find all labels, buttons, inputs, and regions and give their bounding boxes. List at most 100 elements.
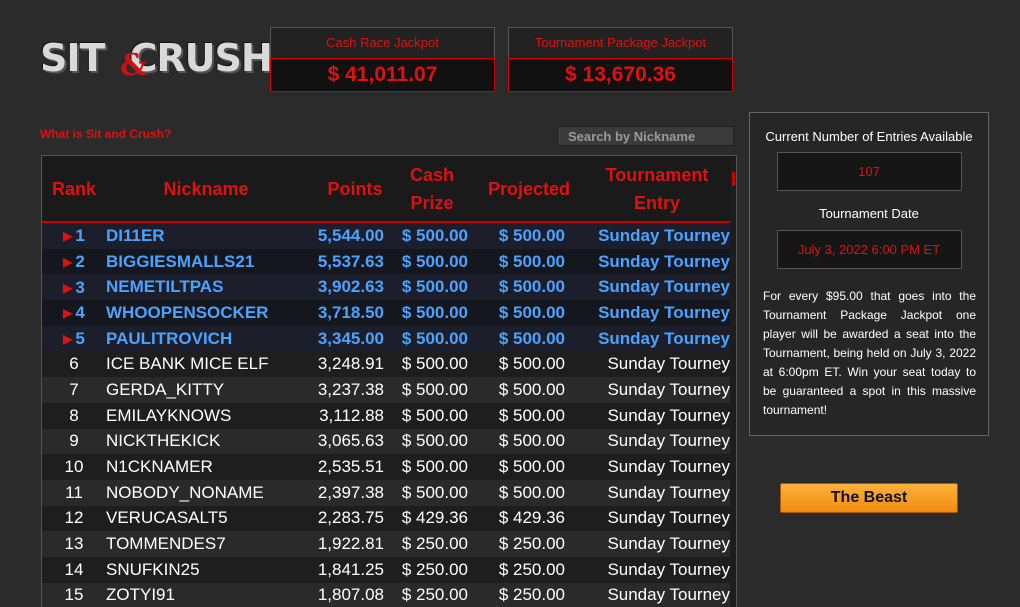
projected-cell: $ 500.00 [498, 457, 565, 477]
cash-prize-cell: $ 500.00 [401, 379, 468, 399]
projected-cell: $ 250.00 [498, 585, 565, 605]
caret-right-icon: ▶ [63, 306, 73, 321]
tournament-entry-cell: Sunday Tourney [607, 508, 730, 528]
table-row: 12 VERUCASALT5 2,283.75 $ 429.36 $ 429.36 Sun… [42, 505, 730, 532]
table-row: 10 N1CKNAMER 2,535.51 $ 500.00 $ 500.00 Sunda… [42, 454, 730, 480]
projected-cell: $ 500.00 [498, 251, 565, 271]
table-row: 13 TOMMENDES7 1,922.81 $ 250.00 $ 250.00 Sund… [42, 531, 730, 557]
nickname-cell[interactable]: SNUFKIN25 [106, 560, 316, 580]
table-row: 7 GERDA_KITTY 3,237.38 $ 500.00 $ 500.00 Sund… [42, 377, 730, 403]
cash-prize-cell: $ 500.00 [401, 431, 468, 451]
sit-and-crush-logo: SIT CRUSH & [40, 30, 273, 90]
points-cell: 3,718.50 [317, 302, 384, 322]
nickname-cell[interactable]: NEMETILTPAS [106, 277, 316, 297]
cash-prize-cell: $ 500.00 [401, 277, 468, 297]
points-cell: 3,065.63 [317, 431, 384, 451]
points-cell: 2,535.51 [317, 457, 384, 477]
nickname-cell[interactable]: ICE BANK MICE ELF [106, 354, 316, 374]
tournament-entry-cell: Sunday Tourney [607, 482, 730, 502]
tournament-package-jackpot-value: $ 13,670.36 [508, 58, 733, 92]
nickname-cell[interactable]: N1CKNAMER [106, 457, 316, 477]
rank-cell: ▶ 3 [63, 277, 85, 297]
rank-cell: 11 [65, 482, 83, 502]
cash-prize-cell: $ 500.00 [401, 354, 468, 374]
table-row: ▶ 5 PAULITROVICH 3,345.00 $ 500.00 $ 500.00 Su… [42, 325, 730, 352]
header-tournament-entry[interactable]: Tournament Entry [598, 161, 716, 217]
tournament-entry-cell: Sunday Tourney [598, 302, 730, 322]
points-cell: 1,922.81 [317, 534, 384, 554]
nickname-cell[interactable]: VERUCASALT5 [106, 508, 316, 528]
projected-cell: $ 500.00 [498, 379, 565, 399]
cash-prize-cell: $ 500.00 [401, 482, 468, 502]
cash-race-jackpot: Cash Race Jackpot $ 41,011.07 [270, 27, 495, 92]
logo-text: SIT CRUSH [40, 36, 273, 80]
table-row: 14 SNUFKIN25 1,841.25 $ 250.00 $ 250.00 Sunda… [42, 556, 730, 583]
caret-right-icon: ▶ [63, 229, 73, 244]
tournament-package-jackpot: Tournament Package Jackpot $ 13,670.36 [508, 27, 733, 92]
tournament-entry-cell: Sunday Tourney [607, 379, 730, 399]
projected-cell: $ 429.36 [498, 508, 565, 528]
nickname-cell[interactable]: ZOTYI91 [106, 585, 316, 605]
rank-cell: 13 [64, 534, 84, 554]
the-beast-button[interactable]: The Beast [780, 483, 958, 513]
nickname-cell[interactable]: GERDA_KITTY [106, 380, 316, 400]
points-cell: 2,283.75 [317, 508, 384, 528]
nickname-cell[interactable]: NICKTHEKICK [106, 431, 316, 451]
points-cell: 5,537.63 [317, 251, 384, 271]
tournament-entry-cell: Sunday Tourney [598, 328, 730, 348]
caret-right-icon: ▶ [63, 280, 73, 295]
leaderboard-table: Rank Nickname Points Cash Prize Projecte… [41, 155, 737, 607]
projected-cell: $ 500.00 [498, 405, 565, 425]
points-cell: 2,397.38 [317, 482, 384, 502]
projected-cell: $ 500.00 [498, 277, 565, 297]
tournament-date-value: July 3, 2022 6:00 PM ET [776, 230, 962, 269]
nickname-cell[interactable]: TOMMENDES7 [106, 534, 316, 554]
header-points[interactable]: Points [306, 175, 404, 203]
cash-race-jackpot-title: Cash Race Jackpot [270, 27, 495, 58]
rank-cell: 9 [69, 431, 79, 451]
header-nickname[interactable]: Nickname [106, 175, 306, 203]
rank-cell: ▶ 1 [63, 226, 85, 246]
nickname-cell[interactable]: WHOOPENSOCKER [106, 303, 316, 323]
rank-cell: 12 [64, 508, 84, 528]
table-row: 15 ZOTYI91 1,807.08 $ 250.00 $ 250.00 Sunday … [42, 582, 730, 607]
what-is-sit-and-crush-link[interactable]: What is Sit and Crush? [40, 127, 171, 141]
nickname-cell[interactable]: NOBODY_NONAME [106, 483, 316, 503]
header-cash-prize[interactable]: Cash Prize [404, 161, 460, 217]
projected-cell: $ 500.00 [498, 354, 565, 374]
header-projected[interactable]: Projected [460, 175, 598, 203]
points-cell: 3,345.00 [317, 328, 384, 348]
caret-right-icon: ▶ [63, 332, 73, 347]
rank-cell: ▶ 4 [63, 303, 85, 323]
table-scrollbar[interactable] [731, 156, 736, 607]
points-cell: 1,807.08 [317, 585, 384, 605]
nickname-cell[interactable]: DI11ER [106, 226, 316, 246]
tournament-entry-cell: Sunday Tourney [598, 277, 730, 297]
points-cell: 3,902.63 [317, 277, 384, 297]
points-cell: 3,237.38 [317, 379, 384, 399]
tournament-entry-cell: Sunday Tourney [607, 457, 730, 477]
entries-value: 107 [776, 152, 962, 191]
nickname-cell[interactable]: PAULITROVICH [106, 329, 316, 349]
header-rank[interactable]: Rank [42, 175, 106, 203]
tournament-entry-cell: Sunday Tourney [607, 405, 730, 425]
cash-race-jackpot-value: $ 41,011.07 [270, 58, 495, 92]
tournament-entry-cell: Sunday Tourney [607, 559, 730, 579]
tournament-description: For every $95.00 that goes into the Tour… [763, 289, 976, 417]
table-row: 11 NOBODY_NONAME 2,397.38 $ 500.00 $ 500.00 S… [42, 479, 730, 506]
search-nickname-input[interactable] [557, 126, 734, 146]
tournament-date-label: Tournament Date [819, 206, 919, 221]
tournament-entry-cell: Sunday Tourney [598, 251, 730, 271]
scroll-thumb[interactable] [732, 172, 735, 186]
entries-label: Current Number of Entries Available [765, 129, 973, 144]
leaderboard-header: Rank Nickname Points Cash Prize Projecte… [42, 156, 730, 223]
nickname-cell[interactable]: BIGGIESMALLS21 [106, 252, 316, 272]
cash-prize-cell: $ 500.00 [401, 405, 468, 425]
nickname-cell[interactable]: EMILAYKNOWS [106, 406, 316, 426]
points-cell: 3,248.91 [317, 354, 384, 374]
table-row: 9 NICKTHEKICK 3,065.63 $ 500.00 $ 500.00 Sund… [42, 428, 730, 455]
projected-cell: $ 500.00 [498, 482, 565, 502]
cash-prize-cell: $ 250.00 [401, 534, 468, 554]
rank-cell: ▶ 5 [63, 329, 85, 349]
rank-cell: 10 [64, 457, 84, 477]
